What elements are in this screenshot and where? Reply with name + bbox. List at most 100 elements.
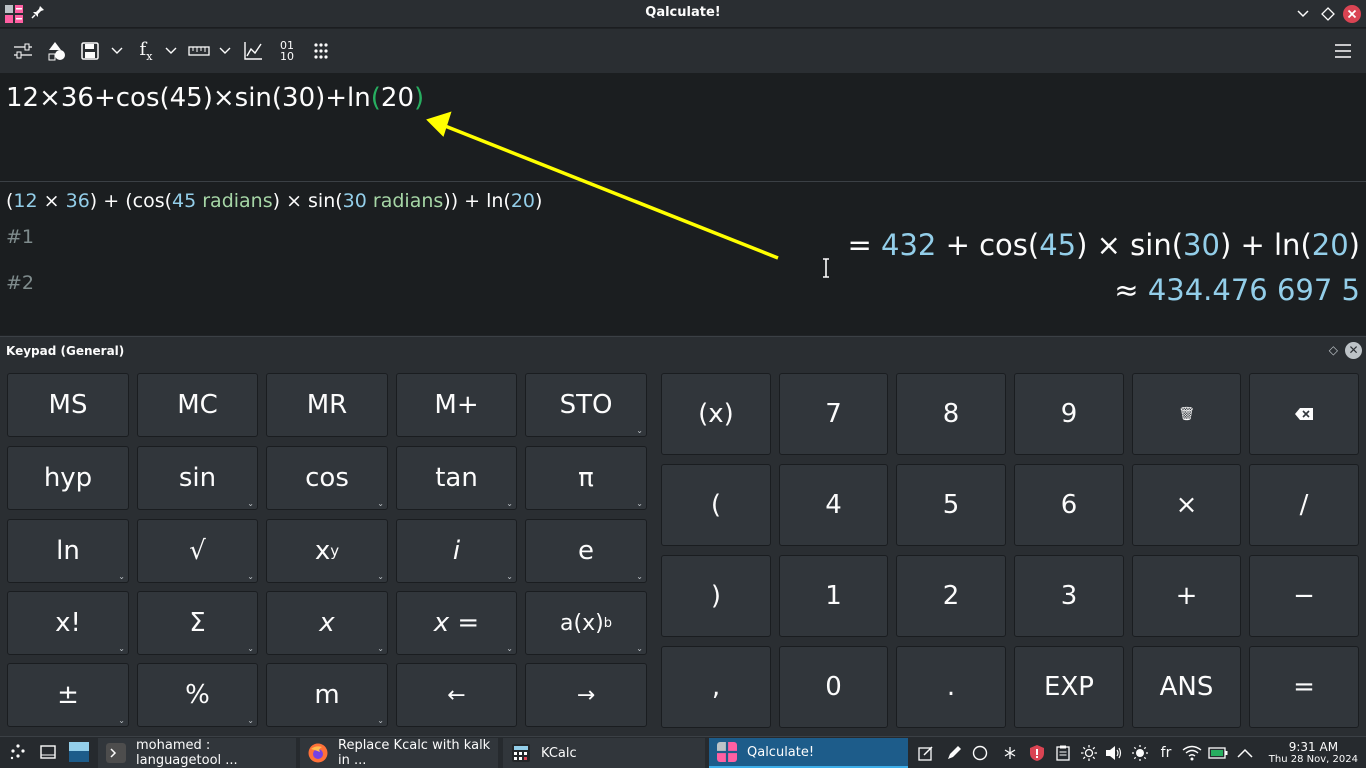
key-7[interactable]: 7	[779, 373, 888, 455]
pin-icon[interactable]	[31, 5, 47, 23]
number-bases-button[interactable]: 01 10	[275, 38, 299, 64]
task-firefox[interactable]: Replace Kcalc with kalk in ...	[300, 738, 498, 768]
key-m-plus[interactable]: M+	[396, 373, 517, 437]
units-menu-button[interactable]	[218, 38, 232, 64]
key-e[interactable]: e ⌄	[525, 519, 647, 583]
chevron-down-icon	[165, 47, 177, 54]
text-cursor-icon	[823, 258, 829, 278]
key-decimal[interactable]: .	[896, 646, 1006, 728]
key-3[interactable]: 3	[1014, 555, 1124, 637]
key-sin[interactable]: sin ⌄	[137, 446, 258, 510]
key-2[interactable]: 2	[896, 555, 1006, 637]
main-menu-button[interactable]	[1332, 38, 1354, 64]
key-exp[interactable]: EXP	[1014, 646, 1124, 728]
bug-icon	[1004, 747, 1016, 759]
diamond-icon	[1321, 7, 1335, 21]
system-tray-expand-button[interactable]	[1235, 743, 1255, 763]
key-8[interactable]: 8	[896, 373, 1006, 455]
save-icon	[81, 42, 99, 60]
task-qalculate[interactable]: Qalculate!	[709, 738, 908, 768]
settings-sliders-button[interactable]	[12, 38, 34, 64]
key-mc[interactable]: MC	[137, 373, 258, 437]
kde-connect-button[interactable]	[1000, 743, 1020, 763]
key-plus[interactable]: +	[1132, 555, 1241, 637]
key-cursor-left[interactable]: ←	[396, 663, 517, 727]
key-0[interactable]: 0	[779, 646, 888, 728]
key-imaginary[interactable]: i ⌄	[396, 519, 517, 583]
key-ln[interactable]: ln ⌄	[7, 519, 129, 583]
functions-button[interactable]: fx	[135, 38, 157, 64]
expression-input[interactable]: 12×36+cos(45)×sin(30)+ln(20)	[0, 73, 1366, 181]
key-equals[interactable]: =	[1249, 646, 1359, 728]
key-1[interactable]: 1	[779, 555, 888, 637]
show-desktop-button[interactable]	[38, 742, 58, 762]
task-terminal[interactable]: mohamed : languagetool ...	[98, 738, 296, 768]
key-tan[interactable]: tan ⌄	[396, 446, 517, 510]
qalculate-app-icon[interactable]	[5, 5, 23, 23]
key-percent[interactable]: % ⌄	[137, 663, 258, 727]
key-close-paren[interactable]: )	[661, 555, 771, 637]
volume-button[interactable]	[1104, 743, 1124, 763]
key-sqrt[interactable]: √ ⌄	[137, 519, 258, 583]
expression-text[interactable]: 12×36+cos(45)×sin(30)+ln(20)	[6, 83, 424, 113]
security-button[interactable]	[1027, 743, 1047, 763]
brightness-button[interactable]	[1130, 743, 1150, 763]
key-variable-x[interactable]: x ⌄	[266, 591, 388, 655]
close-keypad-button[interactable]: ✕	[1345, 342, 1362, 359]
key-ans[interactable]: ANS	[1132, 646, 1241, 728]
key-plus-minus[interactable]: ± ⌄	[7, 663, 129, 727]
key-minus[interactable]: −	[1249, 555, 1359, 637]
key-backspace[interactable]	[1249, 373, 1359, 455]
network-button[interactable]	[1182, 743, 1202, 763]
plot-button[interactable]	[242, 38, 264, 64]
pager-button[interactable]	[68, 740, 90, 764]
save-menu-button[interactable]	[110, 38, 124, 64]
key-cursor-right[interactable]: →	[525, 663, 647, 727]
application-launcher-button[interactable]	[8, 742, 28, 762]
key-open-paren[interactable]: (	[661, 464, 771, 546]
key-x-equals[interactable]: x = ⌄	[396, 591, 517, 655]
key-cos[interactable]: cos ⌄	[266, 446, 388, 510]
result-exact[interactable]: = 432 + cos(45) × sin(30) + ln(20)	[847, 228, 1360, 262]
close-button[interactable]	[1342, 4, 1362, 24]
task-kcalc[interactable]: KCalc	[503, 738, 705, 768]
keyboard-layout-button[interactable]: fr	[1156, 743, 1176, 763]
key-power[interactable]: x y ⌄	[266, 519, 388, 583]
key-factorial[interactable]: x! ⌄	[7, 591, 129, 655]
key-multiply[interactable]: ×	[1132, 464, 1241, 546]
color-picker-button[interactable]	[944, 743, 964, 763]
functions-menu-button[interactable]	[164, 38, 178, 64]
key-ms[interactable]: MS	[7, 373, 129, 437]
minimize-button[interactable]	[1293, 4, 1313, 24]
night-light-button[interactable]	[1079, 743, 1099, 763]
key-a-x-b[interactable]: a(x) b ⌄	[525, 591, 647, 655]
clipboard-button[interactable]	[1053, 743, 1073, 763]
key-clear[interactable]: 🗑	[1132, 373, 1241, 455]
key-5[interactable]: 5	[896, 464, 1006, 546]
save-button[interactable]	[80, 38, 100, 64]
key-unit-m[interactable]: m ⌄	[266, 663, 388, 727]
key-parenthesize[interactable]: (x)	[661, 373, 771, 455]
float-dock-button[interactable]: ◇	[1329, 343, 1338, 357]
key-mr[interactable]: MR	[266, 373, 388, 437]
units-button[interactable]	[187, 38, 211, 64]
key-sto[interactable]: STO ⌄	[525, 373, 647, 437]
key-comma[interactable]: ,	[661, 646, 771, 728]
key-9[interactable]: 9	[1014, 373, 1124, 455]
result-approximate[interactable]: ≈ 434.476 697 5	[1114, 273, 1360, 307]
key-6[interactable]: 6	[1014, 464, 1124, 546]
terminal-icon	[106, 743, 126, 763]
keypad-toggle-button[interactable]	[311, 38, 331, 64]
key-hyp[interactable]: hyp	[7, 446, 129, 510]
functions-mode-button[interactable]	[46, 38, 68, 64]
key-sum[interactable]: Σ ⌄	[137, 591, 258, 655]
key-divide[interactable]: /	[1249, 464, 1359, 546]
battery-button[interactable]	[1208, 743, 1228, 763]
record-button[interactable]	[970, 743, 990, 763]
history-panel[interactable]: (12 × 36) + (cos(45 radians) × sin(30 ra…	[0, 182, 1366, 335]
key-pi[interactable]: π ⌄	[525, 446, 647, 510]
key-4[interactable]: 4	[779, 464, 888, 546]
digital-clock[interactable]: 9:31 AM Thu 28 Nov, 2024	[1269, 740, 1358, 765]
screenshot-tool-button[interactable]	[916, 743, 936, 763]
maximize-button[interactable]	[1318, 4, 1338, 24]
